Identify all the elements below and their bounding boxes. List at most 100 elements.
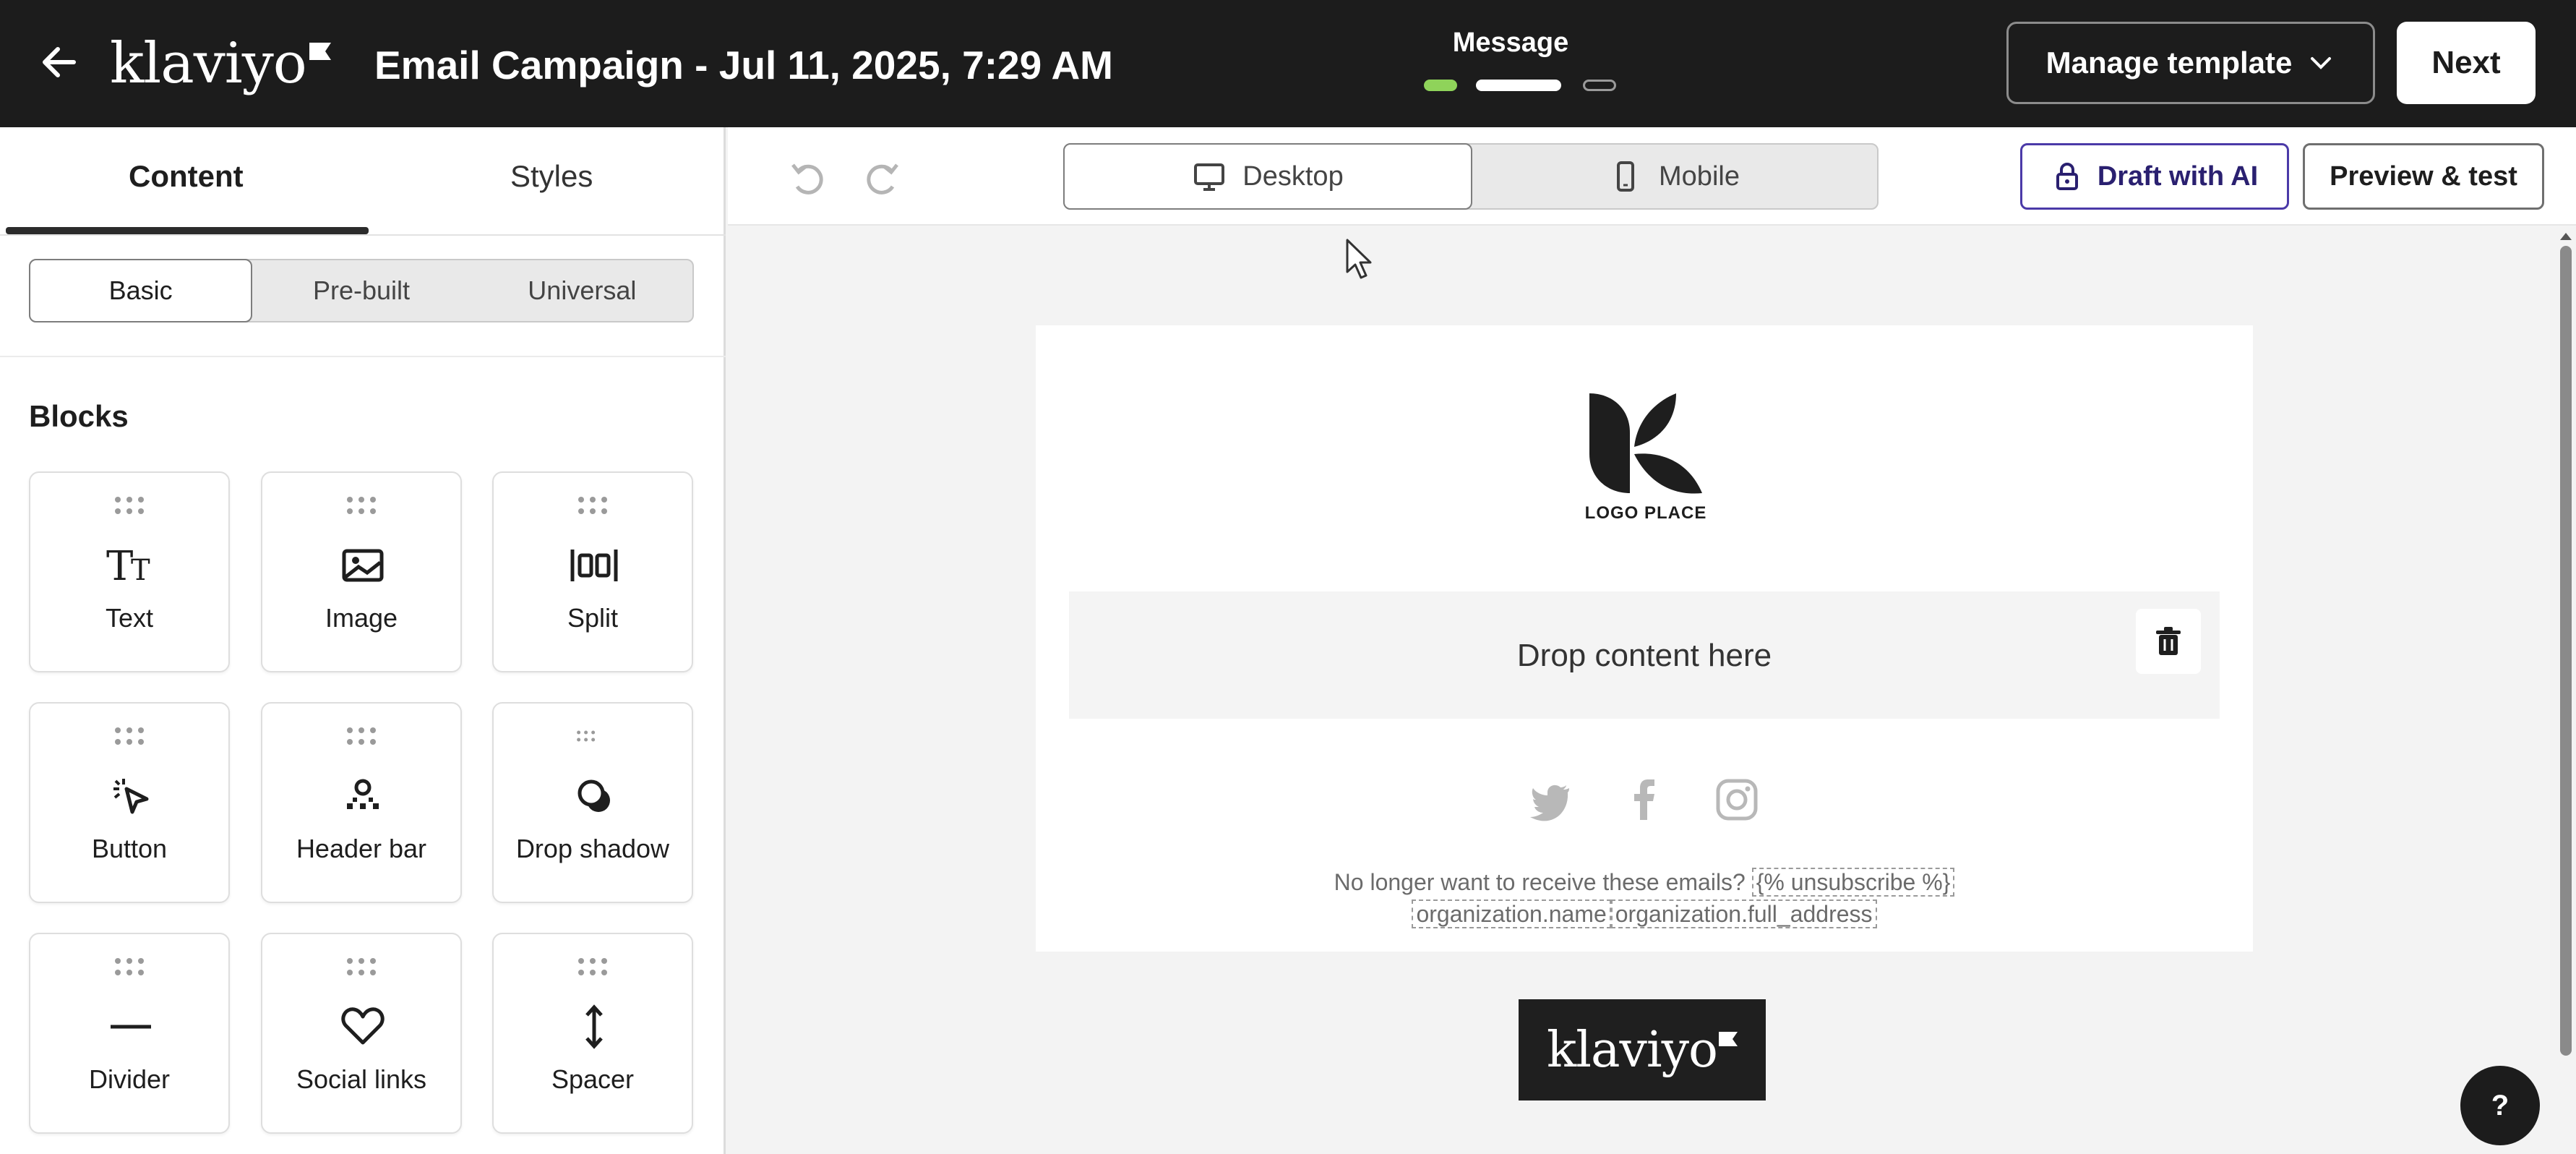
klaviyo-flag-icon <box>1719 1032 1738 1046</box>
draft-with-ai-button[interactable]: Draft with AI <box>2020 143 2289 210</box>
block-category-toggle: Basic Pre-built Universal <box>29 259 694 322</box>
block-label: Text <box>105 603 154 633</box>
klaviyo-logo[interactable]: klaviyo <box>110 30 331 97</box>
klaviyo-flag-icon <box>309 43 331 60</box>
campaign-title: Email Campaign - Jul 11, 2025, 7:29 AM <box>374 43 1113 87</box>
drag-handle-icon[interactable] <box>343 956 379 978</box>
block-label: Social links <box>296 1064 427 1094</box>
block-label: Spacer <box>551 1064 635 1094</box>
logo-placeholder-text: LOGO PLACE <box>1584 503 1707 523</box>
text-icon: TT <box>106 543 150 590</box>
facebook-icon[interactable] <box>1621 777 1667 823</box>
scroll-up-arrow-icon[interactable] <box>2559 230 2573 242</box>
email-canvas: LOGO PLACE Drop content here No longer w… <box>728 227 2576 1154</box>
redo-icon[interactable] <box>852 149 911 208</box>
block-label: Split <box>567 603 619 633</box>
email-preview: LOGO PLACE Drop content here No longer w… <box>1036 325 2253 952</box>
help-button[interactable]: ? <box>2460 1066 2540 1145</box>
segment-universal[interactable]: Universal <box>472 260 692 321</box>
editor-toolbar: Desktop Mobile Draft with AI Preview & t… <box>728 127 2576 226</box>
logo-mark-icon <box>1589 393 1702 494</box>
block-label: Drop shadow <box>515 834 670 863</box>
tab-content[interactable]: Content <box>129 159 244 194</box>
social-links <box>1527 777 1766 834</box>
active-tab-indicator <box>6 227 369 234</box>
twitter-icon[interactable] <box>1527 777 1573 823</box>
next-button[interactable]: Next <box>2397 22 2536 104</box>
drag-handle-icon[interactable] <box>575 956 611 978</box>
unsubscribe-tag[interactable]: {% unsubscribe %} <box>1751 868 1955 897</box>
drag-handle-icon[interactable] <box>343 495 379 516</box>
block-drop-shadow[interactable]: Drop shadow <box>492 702 693 903</box>
unsubscribe-line: No longer want to receive these emails? … <box>1036 868 2253 897</box>
block-label: Divider <box>88 1064 171 1094</box>
segment-basic[interactable]: Basic <box>29 259 253 322</box>
left-panel: Content Styles Basic Pre-built Universal… <box>0 127 726 1154</box>
blocks-heading: Blocks <box>29 399 129 433</box>
step-indicator-2 <box>1476 80 1561 91</box>
klaviyo-footer-badge: klaviyo <box>1519 999 1766 1100</box>
block-header-bar[interactable]: Header bar <box>261 702 462 903</box>
svg-text:T: T <box>131 554 150 587</box>
drop-zone-text: Drop content here <box>1516 638 1772 673</box>
drop-shadow-icon <box>578 779 610 812</box>
panel-tabs: Content Styles <box>0 127 726 236</box>
block-label: Header bar <box>296 834 427 863</box>
button-click-icon <box>113 779 149 814</box>
split-columns-icon <box>570 550 618 581</box>
block-label: Button <box>91 834 168 863</box>
drag-handle-icon[interactable] <box>111 495 147 516</box>
drag-handle-icon[interactable] <box>575 495 611 516</box>
drag-handle-icon[interactable] <box>343 725 379 747</box>
mouse-cursor-icon <box>1346 239 1372 279</box>
canvas-scrollbar[interactable] <box>2560 246 2572 1056</box>
phone-icon <box>1617 161 1635 192</box>
device-view-toggle: Desktop Mobile <box>1063 143 1879 210</box>
drop-zone[interactable]: Drop content here <box>1069 591 2220 719</box>
block-split[interactable]: Split <box>492 471 693 672</box>
instagram-icon[interactable] <box>1714 777 1760 823</box>
block-social-links[interactable]: Social links <box>261 933 462 1134</box>
segment-pre-built[interactable]: Pre-built <box>251 260 471 321</box>
block-image[interactable]: Image <box>261 471 462 672</box>
trash-icon[interactable] <box>2136 609 2201 674</box>
block-divider[interactable]: Divider <box>29 933 230 1134</box>
manage-template-label: Manage template <box>2045 46 2293 80</box>
desktop-view-button[interactable]: Desktop <box>1063 143 1472 210</box>
undo-icon[interactable] <box>778 149 838 208</box>
step-progress <box>1424 80 1619 94</box>
spacer-arrows-icon <box>585 1004 603 1049</box>
header-bar-icon <box>347 779 379 809</box>
manage-template-button[interactable]: Manage template <box>2006 22 2375 104</box>
tab-styles[interactable]: Styles <box>510 159 593 194</box>
desktop-label: Desktop <box>1242 161 1344 192</box>
step-label: Message <box>1452 27 1569 58</box>
top-bar: klaviyo Email Campaign - Jul 11, 2025, 7… <box>0 0 2576 127</box>
organization-line: organization.name organization.full_addre… <box>1036 899 2253 928</box>
block-spacer[interactable]: Spacer <box>492 933 693 1134</box>
image-icon <box>342 549 384 582</box>
section-divider <box>0 356 726 357</box>
drag-handle-icon[interactable] <box>575 725 611 747</box>
mobile-view-button[interactable]: Mobile <box>1471 145 1877 208</box>
draft-with-ai-label: Draft with AI <box>2097 161 2259 192</box>
divider-icon <box>111 1025 151 1029</box>
unsubscribe-prompt: No longer want to receive these emails? <box>1334 869 1746 895</box>
mobile-label: Mobile <box>1659 161 1740 192</box>
drag-handle-icon[interactable] <box>111 956 147 978</box>
block-text[interactable]: TT Text <box>29 471 230 672</box>
step-indicator-1 <box>1424 80 1457 91</box>
block-button[interactable]: Button <box>29 702 230 903</box>
organization-address-tag[interactable]: organization.full_address <box>1610 899 1877 928</box>
drag-handle-icon[interactable] <box>111 725 147 747</box>
logo-placeholder[interactable]: LOGO PLACE <box>1568 388 1724 532</box>
block-label: Image <box>325 603 398 633</box>
organization-name-tag[interactable]: organization.name <box>1412 899 1611 928</box>
svg-text:T: T <box>106 543 133 590</box>
arrow-left-icon[interactable] <box>38 39 84 85</box>
chevron-down-icon <box>2311 57 2332 69</box>
heart-icon <box>341 1007 385 1045</box>
step-indicator-3 <box>1583 80 1616 91</box>
lock-icon <box>2056 163 2078 190</box>
preview-test-button[interactable]: Preview & test <box>2303 143 2544 210</box>
